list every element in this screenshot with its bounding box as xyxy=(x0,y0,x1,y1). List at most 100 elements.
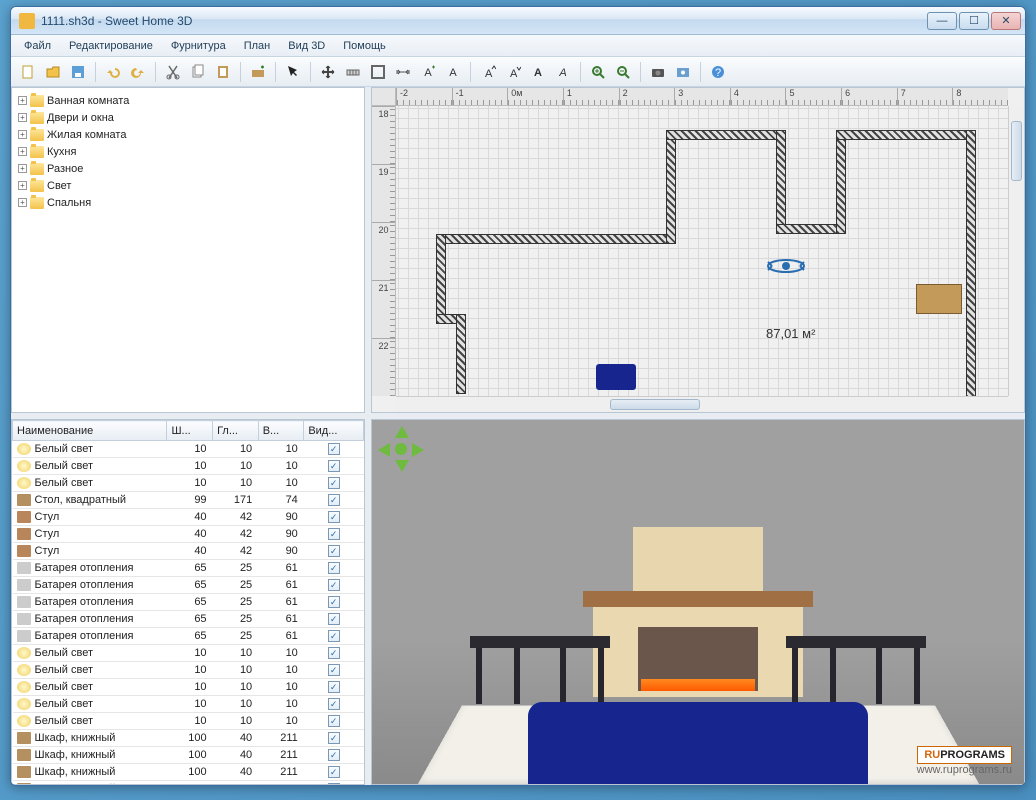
add-furniture-button[interactable] xyxy=(247,61,269,83)
tree-item[interactable]: +Жилая комната xyxy=(14,126,362,143)
table-row[interactable]: Батарея отопления652561✓ xyxy=(13,611,364,628)
visible-checkbox[interactable]: ✓ xyxy=(328,698,340,710)
zoom-in-button[interactable] xyxy=(587,61,609,83)
paste-button[interactable] xyxy=(212,61,234,83)
table-row[interactable]: Белый свет101010✓ xyxy=(13,679,364,696)
table-row[interactable]: Стул404290✓ xyxy=(13,526,364,543)
text-bigger-button[interactable]: A xyxy=(477,61,499,83)
visible-checkbox[interactable]: ✓ xyxy=(328,681,340,693)
titlebar[interactable]: 1111.sh3d - Sweet Home 3D — ☐ ✕ xyxy=(11,7,1025,35)
wall[interactable] xyxy=(666,130,676,244)
furniture-item[interactable] xyxy=(596,364,636,390)
menu-файл[interactable]: Файл xyxy=(17,38,58,54)
table-row[interactable]: Шкаф, книжный10040211✓ xyxy=(13,747,364,764)
nav-down-icon[interactable] xyxy=(395,460,409,472)
visible-checkbox[interactable]: ✓ xyxy=(328,596,340,608)
pan-button[interactable] xyxy=(317,61,339,83)
tree-item[interactable]: +Двери и окна xyxy=(14,109,362,126)
menu-помощь[interactable]: Помощь xyxy=(336,38,393,54)
expand-icon[interactable]: + xyxy=(18,96,27,105)
new-button[interactable] xyxy=(17,61,39,83)
visible-checkbox[interactable]: ✓ xyxy=(328,460,340,472)
snapshot-button[interactable] xyxy=(672,61,694,83)
table-row[interactable]: Батарея отопления652561✓ xyxy=(13,628,364,645)
nav-center-icon[interactable] xyxy=(395,443,407,455)
furniture-table[interactable]: НаименованиеШ...Гл...В...Вид... Белый св… xyxy=(12,420,364,784)
wall[interactable] xyxy=(456,314,466,394)
table-row[interactable]: Шкаф, книжный7240211✓ xyxy=(13,781,364,785)
expand-icon[interactable]: + xyxy=(18,181,27,190)
visible-checkbox[interactable]: ✓ xyxy=(328,783,340,784)
bold-button[interactable]: A xyxy=(527,61,549,83)
scroll-thumb[interactable] xyxy=(610,399,700,410)
wall[interactable] xyxy=(436,234,676,244)
table-row[interactable]: Белый свет101010✓ xyxy=(13,475,364,492)
copy-button[interactable] xyxy=(187,61,209,83)
menu-план[interactable]: План xyxy=(237,38,278,54)
create-room-button[interactable] xyxy=(367,61,389,83)
visible-checkbox[interactable]: ✓ xyxy=(328,562,340,574)
table-row[interactable]: Белый свет101010✓ xyxy=(13,713,364,730)
table-row[interactable]: Стул404290✓ xyxy=(13,509,364,526)
select-button[interactable] xyxy=(282,61,304,83)
furniture-tree[interactable]: +Ванная комната+Двери и окна+Жилая комна… xyxy=(12,88,364,215)
nav-up-icon[interactable] xyxy=(395,426,409,438)
table-row[interactable]: Стол, квадратный9917174✓ xyxy=(13,492,364,509)
create-text-button[interactable]: A xyxy=(417,61,439,83)
menu-фурнитура[interactable]: Фурнитура xyxy=(164,38,233,54)
visible-checkbox[interactable]: ✓ xyxy=(328,630,340,642)
visible-checkbox[interactable]: ✓ xyxy=(328,766,340,778)
camera-button[interactable] xyxy=(647,61,669,83)
menu-редактирование[interactable]: Редактирование xyxy=(62,38,160,54)
expand-icon[interactable]: + xyxy=(18,147,27,156)
visible-checkbox[interactable]: ✓ xyxy=(328,477,340,489)
visible-checkbox[interactable]: ✓ xyxy=(328,494,340,506)
scroll-thumb[interactable] xyxy=(1011,121,1022,181)
table-row[interactable]: Белый свет101010✓ xyxy=(13,441,364,458)
col-header[interactable]: Вид... xyxy=(304,421,364,441)
table-row[interactable]: Шкаф, книжный10040211✓ xyxy=(13,764,364,781)
table-row[interactable]: Стул404290✓ xyxy=(13,543,364,560)
maximize-button[interactable]: ☐ xyxy=(959,12,989,30)
plan-scrollbar-h[interactable] xyxy=(396,396,1008,412)
tree-item[interactable]: +Спальня xyxy=(14,194,362,211)
expand-icon[interactable]: + xyxy=(18,198,27,207)
furniture-item[interactable] xyxy=(916,284,962,314)
col-header[interactable]: Наименование xyxy=(13,421,167,441)
expand-icon[interactable]: + xyxy=(18,130,27,139)
plan-canvas[interactable]: 87,01 м² xyxy=(396,106,1008,396)
plan-2d[interactable]: -2-10м12345678 1819202122 xyxy=(372,88,1024,412)
visible-checkbox[interactable]: ✓ xyxy=(328,732,340,744)
col-header[interactable]: В... xyxy=(258,421,304,441)
wall[interactable] xyxy=(776,130,786,234)
undo-button[interactable] xyxy=(102,61,124,83)
visible-checkbox[interactable]: ✓ xyxy=(328,749,340,761)
table-row[interactable]: Батарея отопления652561✓ xyxy=(13,577,364,594)
create-dimension-button[interactable] xyxy=(392,61,414,83)
expand-icon[interactable]: + xyxy=(18,113,27,122)
wall[interactable] xyxy=(436,234,446,324)
col-header[interactable]: Ш... xyxy=(167,421,213,441)
table-row[interactable]: Шкаф, книжный10040211✓ xyxy=(13,730,364,747)
plan-scrollbar-v[interactable] xyxy=(1008,106,1024,396)
visible-checkbox[interactable]: ✓ xyxy=(328,579,340,591)
visible-checkbox[interactable]: ✓ xyxy=(328,511,340,523)
zoom-out-button[interactable] xyxy=(612,61,634,83)
italic-button[interactable]: A xyxy=(552,61,574,83)
wall[interactable] xyxy=(836,130,976,140)
expand-icon[interactable]: + xyxy=(18,164,27,173)
table-row[interactable]: Белый свет101010✓ xyxy=(13,458,364,475)
visible-checkbox[interactable]: ✓ xyxy=(328,528,340,540)
table-row[interactable]: Батарея отопления652561✓ xyxy=(13,594,364,611)
tree-item[interactable]: +Кухня xyxy=(14,143,362,160)
camera-icon[interactable] xyxy=(766,256,806,276)
cut-button[interactable] xyxy=(162,61,184,83)
tree-item[interactable]: +Ванная комната xyxy=(14,92,362,109)
visible-checkbox[interactable]: ✓ xyxy=(328,647,340,659)
table-row[interactable]: Белый свет101010✓ xyxy=(13,662,364,679)
nav-right-icon[interactable] xyxy=(412,443,424,457)
table-row[interactable]: Батарея отопления652561✓ xyxy=(13,560,364,577)
visible-checkbox[interactable]: ✓ xyxy=(328,443,340,455)
menu-вид 3d[interactable]: Вид 3D xyxy=(281,38,332,54)
add-text-button[interactable]: A xyxy=(442,61,464,83)
